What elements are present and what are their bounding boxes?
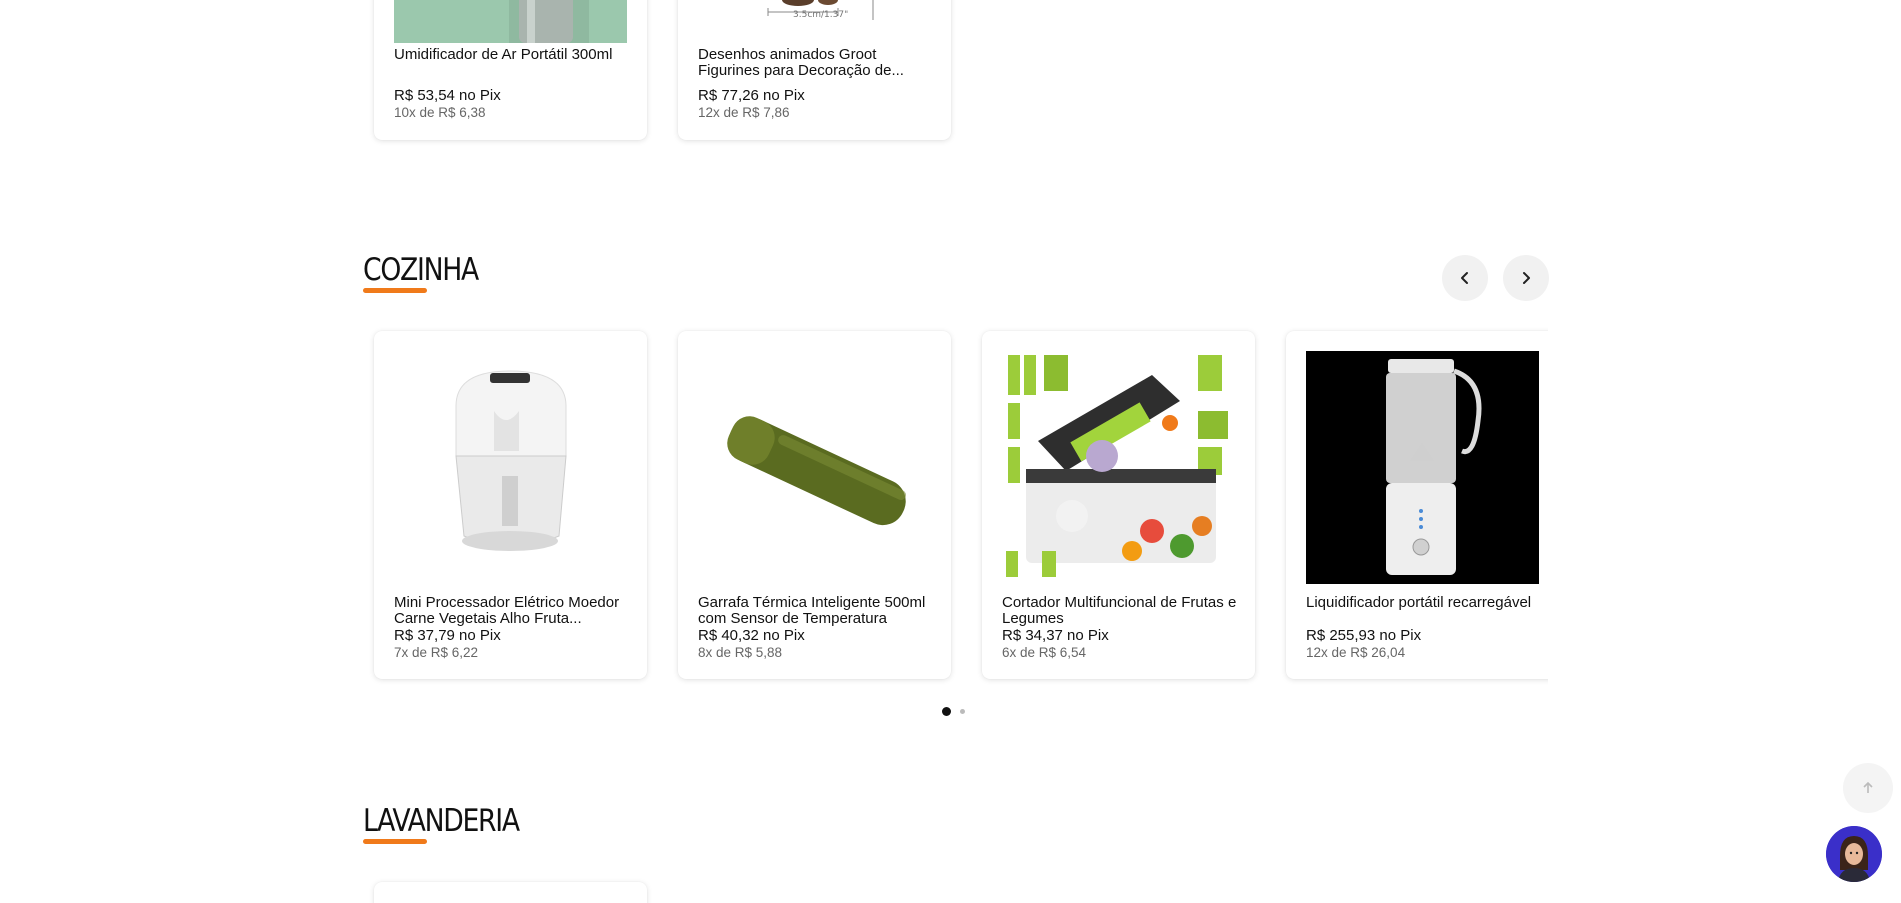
product-image[interactable] <box>394 351 627 584</box>
product-image[interactable] <box>698 351 931 584</box>
product-image[interactable] <box>1306 351 1539 584</box>
product-card[interactable]: 3.5cm/1.37" Desenhos animados Groot Figu… <box>678 0 951 140</box>
product-price: R$ 34,37 no Pix <box>1002 627 1109 644</box>
dimension-caption: 3.5cm/1.37" <box>793 10 848 20</box>
product-card[interactable]: Garrafa Térmica Inteligente 500ml com Se… <box>678 331 951 679</box>
carousel-dot-active[interactable] <box>942 707 951 716</box>
product-installments: 10x de R$ 6,38 <box>394 105 486 120</box>
scroll-to-top-button[interactable] <box>1843 763 1893 813</box>
product-carousel: Mini Processador Elétrico Moedor Carne V… <box>360 320 1548 690</box>
product-price: R$ 53,54 no Pix <box>394 87 501 104</box>
assistant-avatar-icon <box>1826 826 1882 882</box>
chevron-right-icon <box>1523 272 1530 284</box>
product-card[interactable]: Liquidificador portátil recarregável R$ … <box>1286 331 1548 679</box>
product-installments: 12x de R$ 7,86 <box>698 105 790 120</box>
product-price: R$ 77,26 no Pix <box>698 87 805 104</box>
product-price: R$ 40,32 no Pix <box>698 627 805 644</box>
product-installments: 6x de R$ 6,54 <box>1002 645 1087 660</box>
product-title[interactable]: Desenhos animados Groot Figurines para D… <box>698 47 933 79</box>
product-installments: 7x de R$ 6,22 <box>394 645 479 660</box>
arrow-up-icon <box>1863 781 1873 793</box>
product-installments: 8x de R$ 5,88 <box>698 645 783 660</box>
section-title-underline <box>363 288 427 293</box>
carousel-next-button[interactable] <box>1503 255 1549 301</box>
product-image[interactable]: 3.5cm/1.37" <box>698 0 931 43</box>
product-card[interactable]: Mini Processador Elétrico Moedor Carne V… <box>374 331 647 679</box>
section-title-underline <box>363 839 427 844</box>
product-price: R$ 255,93 no Pix <box>1306 627 1422 644</box>
product-card[interactable]: Cortador Multifuncional de Frutas e Legu… <box>982 331 1255 679</box>
chevron-left-icon <box>1461 272 1468 284</box>
product-title[interactable]: Mini Processador Elétrico Moedor Carne V… <box>394 595 629 627</box>
product-card[interactable]: Umidificador de Ar Portátil 300ml R$ 53,… <box>374 0 647 140</box>
section-title-cozinha: COZINHA <box>363 252 479 288</box>
product-installments: 12x de R$ 26,04 <box>1306 645 1406 660</box>
product-price: R$ 37,79 no Pix <box>394 627 501 644</box>
product-title[interactable]: Umidificador de Ar Portátil 300ml <box>394 47 629 63</box>
product-title[interactable]: Garrafa Térmica Inteligente 500ml com Se… <box>698 595 933 627</box>
product-title[interactable]: Liquidificador portátil recarregável <box>1306 595 1541 611</box>
product-card[interactable] <box>374 882 647 903</box>
product-title[interactable]: Cortador Multifuncional de Frutas e Legu… <box>1002 595 1237 627</box>
section-title-lavanderia: LAVANDERIA <box>363 803 520 839</box>
carousel-prev-button[interactable] <box>1442 255 1488 301</box>
product-image[interactable] <box>1002 351 1235 584</box>
product-image[interactable] <box>394 0 627 43</box>
carousel-dot[interactable] <box>960 709 965 714</box>
chat-assistant-button[interactable] <box>1826 826 1882 882</box>
